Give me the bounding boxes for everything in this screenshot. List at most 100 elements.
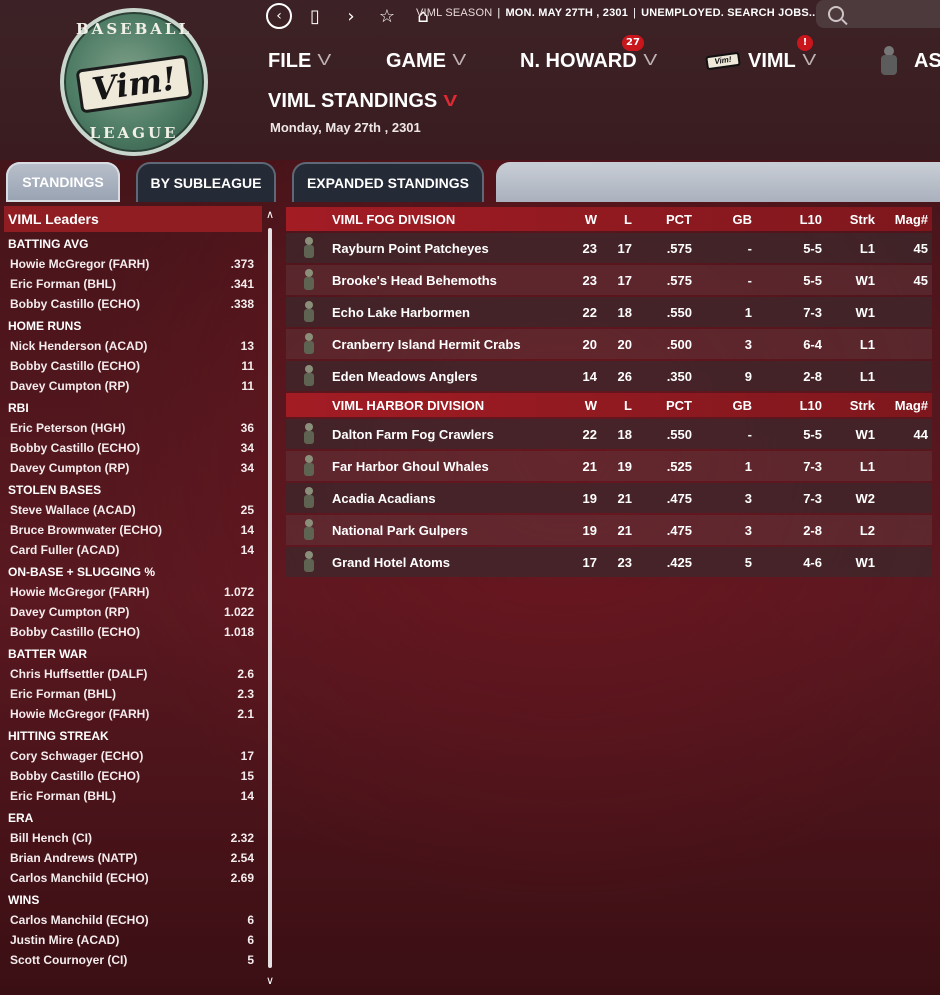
leader-row[interactable]: Nick Henderson (ACAD) 13 <box>4 336 262 356</box>
team-name[interactable]: Far Harbor Ghoul Whales <box>332 459 552 474</box>
tab-by-subleague[interactable]: BY SUBLEAGUE <box>136 162 276 202</box>
leader-player[interactable]: Davey Cumpton (RP) <box>10 458 129 478</box>
leader-row[interactable]: Chris Huffsettler (DALF) 2.6 <box>4 664 262 684</box>
leader-row[interactable]: Cory Schwager (ECHO) 17 <box>4 746 262 766</box>
column-header[interactable]: Mag# <box>875 212 932 227</box>
leader-player[interactable]: Eric Forman (BHL) <box>10 684 116 704</box>
leader-row[interactable]: Davey Cumpton (RP) 34 <box>4 458 262 478</box>
leader-player[interactable]: Davey Cumpton (RP) <box>10 602 129 622</box>
column-header[interactable]: Strk <box>822 212 875 227</box>
breadcrumb-jobs[interactable]: UNEMPLOYED. SEARCH JOBS... <box>641 7 819 19</box>
column-header[interactable]: W <box>552 212 597 227</box>
leader-player[interactable]: Bruce Brownwater (ECHO) <box>10 520 162 540</box>
team-name[interactable]: Rayburn Point Patcheyes <box>332 241 552 256</box>
leader-row[interactable]: Brian Andrews (NATP) 2.54 <box>4 848 262 868</box>
table-row[interactable]: Eden Meadows Anglers 14 26 .350 9 2-8 L1 <box>286 361 932 391</box>
leader-player[interactable]: Cory Schwager (ECHO) <box>10 746 143 766</box>
menu-league[interactable]: Vim! VIML V <box>705 46 816 76</box>
table-row[interactable]: National Park Gulpers 19 21 .475 3 2-8 L2 <box>286 515 932 545</box>
table-row[interactable]: Cranberry Island Hermit Crabs 20 20 .500 3 6-… <box>286 329 932 359</box>
leader-row[interactable]: Bill Hench (CI) 2.32 <box>4 828 262 848</box>
team-name[interactable]: Dalton Farm Fog Crawlers <box>332 427 552 442</box>
leader-row[interactable]: Card Fuller (ACAD) 14 <box>4 540 262 560</box>
leader-row[interactable]: Carlos Manchild (ECHO) 6 <box>4 910 262 930</box>
leader-row[interactable]: Eric Forman (BHL) 14 <box>4 786 262 806</box>
leader-row[interactable]: Howie McGregor (FARH) 2.1 <box>4 704 262 724</box>
table-row[interactable]: Far Harbor Ghoul Whales 21 19 .525 1 7-3 L1 <box>286 451 932 481</box>
leader-player[interactable]: Bobby Castillo (ECHO) <box>10 356 140 376</box>
column-header[interactable]: Strk <box>822 398 875 413</box>
leader-player[interactable]: Eric Forman (BHL) <box>10 274 116 294</box>
tab-expanded-standings[interactable]: EXPANDED STANDINGS <box>292 162 484 202</box>
table-row[interactable]: Grand Hotel Atoms 17 23 .425 5 4-6 W1 <box>286 547 932 577</box>
leader-player[interactable]: Bobby Castillo (ECHO) <box>10 766 140 786</box>
column-header[interactable]: PCT <box>632 398 692 413</box>
team-name[interactable]: Eden Meadows Anglers <box>332 369 552 384</box>
leader-player[interactable]: Davey Cumpton (RP) <box>10 376 129 396</box>
leader-player[interactable]: Justin Mire (ACAD) <box>10 930 119 950</box>
leader-player[interactable]: Nick Henderson (ACAD) <box>10 336 147 356</box>
leader-player[interactable]: Howie McGregor (FARH) <box>10 582 149 602</box>
team-name[interactable]: Echo Lake Harbormen <box>332 305 552 320</box>
column-header[interactable]: Mag# <box>875 398 932 413</box>
division-name[interactable]: VIML FOG DIVISION <box>332 212 552 227</box>
breadcrumb-season[interactable]: VIML SEASON <box>416 7 492 19</box>
column-header[interactable]: L10 <box>752 398 822 413</box>
leader-row[interactable]: Bobby Castillo (ECHO) .338 <box>4 294 262 314</box>
leader-row[interactable]: Steve Wallace (ACAD) 25 <box>4 500 262 520</box>
leader-player[interactable]: Carlos Manchild (ECHO) <box>10 868 149 888</box>
team-name[interactable]: Acadia Acadians <box>332 491 552 506</box>
team-name[interactable]: Grand Hotel Atoms <box>332 555 552 570</box>
leader-row[interactable]: Justin Mire (ACAD) 6 <box>4 930 262 950</box>
leader-row[interactable]: Bobby Castillo (ECHO) 15 <box>4 766 262 786</box>
column-header[interactable]: GB <box>692 212 753 227</box>
leader-player[interactable]: Card Fuller (ACAD) <box>10 540 119 560</box>
column-header[interactable]: L10 <box>752 212 822 227</box>
column-header[interactable]: PCT <box>632 212 692 227</box>
leaders-scrollbar[interactable]: ∧ ∨ <box>264 206 276 992</box>
column-header[interactable]: GB <box>692 398 753 413</box>
leader-row[interactable]: Eric Forman (BHL) 2.3 <box>4 684 262 704</box>
leader-row[interactable]: Bruce Brownwater (ECHO) 14 <box>4 520 262 540</box>
search-icon[interactable] <box>828 6 844 22</box>
leader-player[interactable]: Bobby Castillo (ECHO) <box>10 438 140 458</box>
leader-player[interactable]: Bobby Castillo (ECHO) <box>10 622 140 642</box>
leader-row[interactable]: Eric Peterson (HGH) 36 <box>4 418 262 438</box>
column-header[interactable]: W <box>552 398 597 413</box>
leader-row[interactable]: Howie McGregor (FARH) 1.072 <box>4 582 262 602</box>
scroll-up-icon[interactable]: ∧ <box>264 208 276 222</box>
breadcrumb-date[interactable]: MON. MAY 27TH , 2301 <box>505 7 628 19</box>
leader-player[interactable]: Eric Forman (BHL) <box>10 786 116 806</box>
leader-player[interactable]: Carlos Manchild (ECHO) <box>10 910 149 930</box>
leader-row[interactable]: Bobby Castillo (ECHO) 11 <box>4 356 262 376</box>
leader-row[interactable]: Davey Cumpton (RP) 1.022 <box>4 602 262 622</box>
menu-game[interactable]: GAME V <box>386 46 466 76</box>
team-name[interactable]: Cranberry Island Hermit Crabs <box>332 337 552 352</box>
search-box[interactable] <box>816 0 940 28</box>
menu-file[interactable]: FILE V <box>268 46 332 76</box>
leader-row[interactable]: Davey Cumpton (RP) 11 <box>4 376 262 396</box>
leader-player[interactable]: Howie McGregor (FARH) <box>10 254 149 274</box>
leader-player[interactable]: Brian Andrews (NATP) <box>10 848 137 868</box>
team-name[interactable]: Brooke's Head Behemoths <box>332 273 552 288</box>
leader-player[interactable]: Howie McGregor (FARH) <box>10 704 149 724</box>
star-icon[interactable]: ☆ <box>374 3 400 29</box>
leader-row[interactable]: Bobby Castillo (ECHO) 1.018 <box>4 622 262 642</box>
table-row[interactable]: Rayburn Point Patcheyes 23 17 .575 - 5-5 L1 45 <box>286 233 932 263</box>
leader-row[interactable]: Eric Forman (BHL) .341 <box>4 274 262 294</box>
team-name[interactable]: National Park Gulpers <box>332 523 552 538</box>
division-name[interactable]: VIML HARBOR DIVISION <box>332 398 552 413</box>
leader-player[interactable]: Steve Wallace (ACAD) <box>10 500 136 520</box>
tab-standings[interactable]: STANDINGS <box>6 162 120 202</box>
leader-row[interactable]: Bobby Castillo (ECHO) 34 <box>4 438 262 458</box>
column-header[interactable]: L <box>597 212 632 227</box>
table-row[interactable]: Acadia Acadians 19 21 .475 3 7-3 W2 <box>286 483 932 513</box>
leader-player[interactable]: Eric Peterson (HGH) <box>10 418 125 438</box>
leader-player[interactable]: Chris Huffsettler (DALF) <box>10 664 147 684</box>
table-row[interactable]: Echo Lake Harbormen 22 18 .550 1 7-3 W1 <box>286 297 932 327</box>
menu-extra[interactable]: AS <box>878 46 940 76</box>
scroll-track[interactable] <box>268 228 272 968</box>
table-row[interactable]: Dalton Farm Fog Crawlers 22 18 .550 - 5-5 W1 44 <box>286 419 932 449</box>
table-row[interactable]: Brooke's Head Behemoths 23 17 .575 - 5-5 W1 45 <box>286 265 932 295</box>
page-title[interactable]: VIML STANDINGS V <box>268 90 458 113</box>
